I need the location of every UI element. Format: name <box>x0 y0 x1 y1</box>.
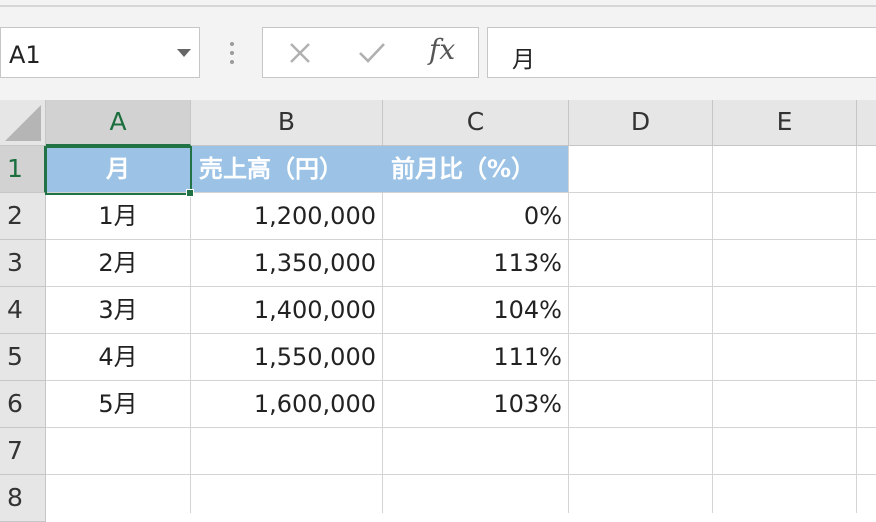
formula-input[interactable]: 月 <box>487 27 876 78</box>
cell-b8[interactable] <box>191 475 383 513</box>
cell-c5[interactable]: 111% <box>383 334 569 381</box>
cell-b3[interactable]: 1,350,000 <box>191 240 383 287</box>
select-all-button[interactable] <box>0 100 46 146</box>
cell-d7[interactable] <box>569 428 713 475</box>
row-header-4[interactable]: 4 <box>0 287 46 334</box>
row-header-2[interactable]: 2 <box>0 193 46 240</box>
cell-e1[interactable] <box>713 146 857 193</box>
column-header-f[interactable] <box>857 100 876 146</box>
cell-c4[interactable]: 104% <box>383 287 569 334</box>
cell-f4[interactable] <box>857 287 876 334</box>
row-header-1[interactable]: 1 <box>0 146 46 193</box>
cell-f3[interactable] <box>857 240 876 287</box>
cell-c7[interactable] <box>383 428 569 475</box>
cell-f5[interactable] <box>857 334 876 381</box>
cell-a3[interactable]: 2月 <box>46 240 191 287</box>
chevron-down-icon[interactable] <box>177 49 191 57</box>
cell-d3[interactable] <box>569 240 713 287</box>
cell-b5[interactable]: 1,550,000 <box>191 334 383 381</box>
cell-d5[interactable] <box>569 334 713 381</box>
column-header-a[interactable]: A <box>46 100 191 146</box>
column-header-d[interactable]: D <box>569 100 713 146</box>
cell-c8[interactable] <box>383 475 569 513</box>
cell-e5[interactable] <box>713 334 857 381</box>
cell-d2[interactable] <box>569 193 713 240</box>
formula-buttons: fx <box>262 27 479 78</box>
close-icon[interactable] <box>285 40 315 68</box>
cell-b1[interactable]: 売上高（円） <box>191 146 383 193</box>
cell-d6[interactable] <box>569 381 713 428</box>
row-header-5[interactable]: 5 <box>0 334 46 381</box>
column-header-c[interactable]: C <box>383 100 569 146</box>
cell-e3[interactable] <box>713 240 857 287</box>
column-header-e[interactable]: E <box>713 100 857 146</box>
fill-handle[interactable] <box>186 189 194 197</box>
ribbon-divider <box>0 5 876 7</box>
name-box-value: A1 <box>9 41 41 69</box>
cell-a1[interactable]: 月 <box>46 146 191 193</box>
cell-f6[interactable] <box>857 381 876 428</box>
cell-f2[interactable] <box>857 193 876 240</box>
cell-a2[interactable]: 1月 <box>46 193 191 240</box>
cell-c2[interactable]: 0% <box>383 193 569 240</box>
cell-a4[interactable]: 3月 <box>46 287 191 334</box>
drag-handle-icon[interactable] <box>229 40 235 66</box>
cell-b7[interactable] <box>191 428 383 475</box>
cell-c6[interactable]: 103% <box>383 381 569 428</box>
fx-icon[interactable]: fx <box>429 33 455 66</box>
cell-b4[interactable]: 1,400,000 <box>191 287 383 334</box>
cell-e2[interactable] <box>713 193 857 240</box>
row-header-3[interactable]: 3 <box>0 240 46 287</box>
row-header-7[interactable]: 7 <box>0 428 46 475</box>
cell-b6[interactable]: 1,600,000 <box>191 381 383 428</box>
cell-d8[interactable] <box>569 475 713 513</box>
check-icon[interactable] <box>357 40 387 68</box>
cell-d4[interactable] <box>569 287 713 334</box>
cell-e7[interactable] <box>713 428 857 475</box>
cell-c3[interactable]: 113% <box>383 240 569 287</box>
row-header-6[interactable]: 6 <box>0 381 46 428</box>
cell-c1[interactable]: 前月比（%） <box>383 146 569 193</box>
cell-a8[interactable] <box>46 475 191 513</box>
cell-e8[interactable] <box>713 475 857 513</box>
cell-e4[interactable] <box>713 287 857 334</box>
formula-value: 月 <box>512 47 535 73</box>
row-header-8[interactable]: 8 <box>0 475 46 522</box>
column-header-b[interactable]: B <box>191 100 383 146</box>
cell-f1[interactable] <box>857 146 876 193</box>
cell-d1[interactable] <box>569 146 713 193</box>
cell-a5[interactable]: 4月 <box>46 334 191 381</box>
cell-a7[interactable] <box>46 428 191 475</box>
name-box[interactable]: A1 <box>0 27 200 78</box>
select-all-triangle-icon <box>5 105 41 141</box>
cell-b2[interactable]: 1,200,000 <box>191 193 383 240</box>
cell-e6[interactable] <box>713 381 857 428</box>
cell-f8[interactable] <box>857 475 876 513</box>
cell-a6[interactable]: 5月 <box>46 381 191 428</box>
cell-f7[interactable] <box>857 428 876 475</box>
